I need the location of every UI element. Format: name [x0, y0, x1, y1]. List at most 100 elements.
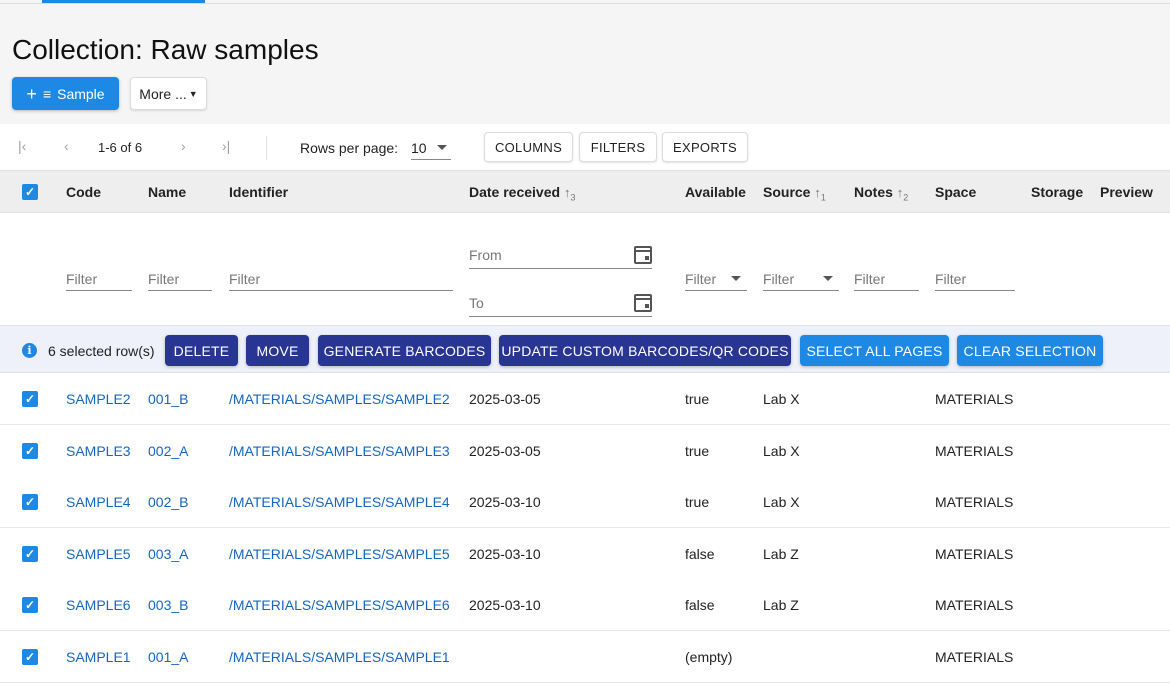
cell-name[interactable]: 003_A	[148, 546, 188, 562]
cell-identifier[interactable]: /MATERIALS/SAMPLES/SAMPLE4	[229, 494, 450, 510]
code-filter-input[interactable]: Filter	[66, 267, 132, 291]
sort-order: 1	[820, 192, 826, 203]
columns-button[interactable]: COLUMNS	[484, 132, 573, 162]
generate-barcodes-button[interactable]: GENERATE BARCODES	[318, 335, 491, 366]
cell-available: true	[685, 391, 710, 407]
date-to-input[interactable]: To	[469, 289, 652, 317]
cell-identifier[interactable]: /MATERIALS/SAMPLES/SAMPLE1	[229, 649, 450, 665]
cell-available: true	[685, 442, 710, 459]
cell-name[interactable]: 002_A	[148, 443, 188, 459]
select-all-checkbox[interactable]: ✓	[22, 184, 38, 200]
column-header-source[interactable]: Source ↑1	[763, 184, 826, 203]
clear-selection-button[interactable]: CLEAR SELECTION	[957, 335, 1103, 366]
more-button[interactable]: More ... ▼	[130, 77, 207, 110]
table-row[interactable]: ✓ SAMPLE2 001_B/MATERIALS/SAMPLES/SAMPLE2 2…	[0, 373, 1170, 425]
rows-per-page-select[interactable]: 10	[411, 136, 451, 160]
date-received-label: Date received	[469, 184, 561, 200]
filter-placeholder: Filter	[685, 270, 717, 287]
column-header-identifier[interactable]: Identifier	[229, 184, 288, 200]
cell-date-received: 2025-03-10	[469, 597, 541, 614]
column-header-available[interactable]: Available	[685, 184, 746, 200]
cell-source: Lab X	[763, 494, 800, 511]
check-icon: ✓	[24, 443, 36, 458]
cell-source: Lab X	[763, 391, 800, 407]
cell-source: Lab Z	[763, 597, 799, 614]
caret-down-icon	[731, 276, 741, 281]
cell-code[interactable]: SAMPLE4	[66, 494, 131, 510]
available-filter-select[interactable]: Filter	[685, 267, 747, 291]
check-icon: ✓	[24, 495, 36, 510]
calendar-icon[interactable]	[634, 293, 652, 312]
column-header-preview[interactable]: Preview	[1100, 184, 1153, 200]
cell-name[interactable]: 001_A	[148, 649, 188, 665]
cell-code[interactable]: SAMPLE3	[66, 443, 131, 459]
cell-space: MATERIALS	[935, 545, 1014, 562]
exports-button[interactable]: EXPORTS	[662, 132, 748, 162]
prev-page-icon[interactable]: ‹	[64, 138, 69, 154]
row-checkbox[interactable]: ✓	[22, 391, 38, 407]
space-filter-input[interactable]: Filter	[935, 267, 1015, 291]
row-checkbox[interactable]: ✓	[22, 597, 38, 614]
next-page-icon[interactable]: ›	[181, 138, 186, 154]
cell-code[interactable]: SAMPLE5	[66, 546, 131, 562]
cell-source: Lab Z	[763, 545, 799, 562]
date-from-input[interactable]: From	[469, 241, 652, 269]
name-filter-input[interactable]: Filter	[148, 267, 212, 291]
cell-code[interactable]: SAMPLE6	[66, 597, 131, 613]
row-checkbox[interactable]: ✓	[22, 442, 38, 459]
add-sample-button[interactable]: + ≡ Sample	[12, 77, 119, 110]
cell-code[interactable]: SAMPLE1	[66, 649, 131, 665]
column-header-code[interactable]: Code	[66, 184, 101, 200]
add-sample-label: Sample	[57, 85, 105, 102]
row-checkbox[interactable]: ✓	[22, 545, 38, 562]
sort-asc-icon: ↑2	[896, 185, 909, 203]
identifier-filter-input[interactable]: Filter	[229, 267, 453, 291]
filters-button[interactable]: FILTERS	[579, 132, 657, 162]
select-all-pages-button[interactable]: SELECT ALL PAGES	[800, 335, 949, 366]
last-page-icon[interactable]: ›|	[222, 138, 230, 154]
table-row[interactable]: ✓ SAMPLE6 003_B/MATERIALS/SAMPLES/SAMPLE6 2…	[0, 579, 1170, 632]
cell-code[interactable]: SAMPLE2	[66, 391, 131, 407]
source-label: Source	[763, 184, 811, 200]
column-header-notes[interactable]: Notes ↑2	[854, 184, 908, 203]
table-row[interactable]: ✓ SAMPLE4 002_B/MATERIALS/SAMPLES/SAMPLE4 2…	[0, 476, 1170, 529]
cell-space: MATERIALS	[935, 597, 1014, 614]
date-to-placeholder: To	[469, 294, 484, 311]
update-custom-barcodes-button[interactable]: UPDATE CUSTOM BARCODES/QR CODES	[499, 335, 791, 366]
cell-name[interactable]: 002_B	[148, 494, 188, 510]
column-header-name[interactable]: Name	[148, 184, 186, 200]
cell-identifier[interactable]: /MATERIALS/SAMPLES/SAMPLE5	[229, 546, 450, 562]
column-header-date-received[interactable]: Date received ↑3	[469, 184, 575, 203]
row-checkbox[interactable]: ✓	[22, 649, 38, 665]
cell-date-received: 2025-03-10	[469, 494, 541, 511]
notes-filter-input[interactable]: Filter	[854, 267, 919, 291]
more-label: More ...	[139, 85, 187, 102]
move-button[interactable]: MOVE	[246, 335, 309, 366]
column-header-space[interactable]: Space	[935, 184, 976, 200]
cell-name[interactable]: 003_B	[148, 597, 188, 613]
check-icon: ✓	[24, 546, 36, 561]
cell-name[interactable]: 001_B	[148, 391, 188, 407]
row-checkbox[interactable]: ✓	[22, 494, 38, 511]
cell-identifier[interactable]: /MATERIALS/SAMPLES/SAMPLE2	[229, 391, 450, 407]
page-range: 1-6 of 6	[98, 140, 143, 155]
cell-space: MATERIALS	[935, 649, 1014, 665]
cell-available: false	[685, 545, 715, 562]
first-page-icon[interactable]: |‹	[18, 138, 26, 154]
delete-button[interactable]: DELETE	[165, 335, 238, 366]
filter-placeholder: Filter	[763, 270, 795, 287]
notes-label: Notes	[854, 184, 893, 200]
source-filter-select[interactable]: Filter	[763, 267, 839, 291]
cell-date-received: 2025-03-05	[469, 442, 541, 459]
cell-identifier[interactable]: /MATERIALS/SAMPLES/SAMPLE6	[229, 597, 450, 613]
table-row[interactable]: ✓ SAMPLE1 001_A/MATERIALS/SAMPLES/SAMPLE1 (…	[0, 631, 1170, 683]
column-header-storage[interactable]: Storage	[1031, 184, 1083, 200]
calendar-icon[interactable]	[634, 245, 652, 264]
filter-row: Filter Filter Filter From To Filter Filt…	[0, 213, 1170, 325]
date-from-placeholder: From	[469, 246, 502, 263]
cell-identifier[interactable]: /MATERIALS/SAMPLES/SAMPLE3	[229, 443, 450, 459]
caret-down-icon: ▼	[188, 88, 198, 99]
plus-icon: +	[26, 83, 37, 104]
table-row[interactable]: ✓ SAMPLE3 002_A/MATERIALS/SAMPLES/SAMPLE3 2…	[0, 424, 1170, 477]
table-row[interactable]: ✓ SAMPLE5 003_A/MATERIALS/SAMPLES/SAMPLE5 2…	[0, 527, 1170, 580]
